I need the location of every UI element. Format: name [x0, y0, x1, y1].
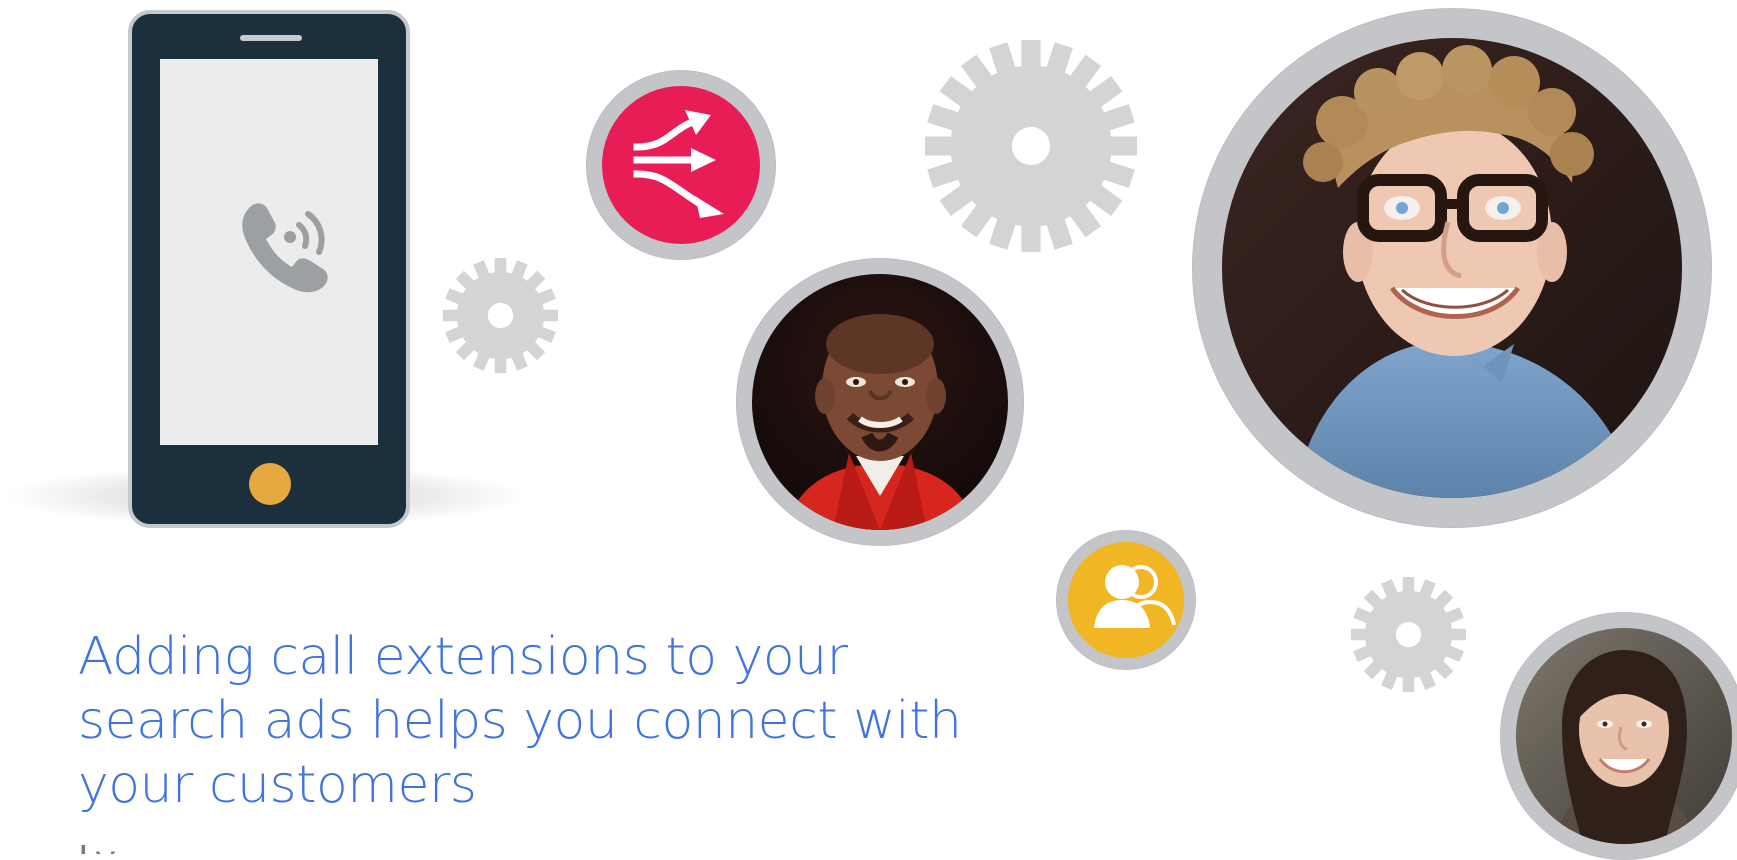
phone-screen — [160, 59, 378, 445]
cutoff-subtext-text: Ly... — [78, 840, 145, 854]
arrow-badge — [586, 70, 776, 260]
headline: Adding call extensions to your search ad… — [78, 625, 978, 817]
headline-line-2: search ads helps you connect with — [78, 691, 962, 751]
gear-icon — [443, 258, 558, 373]
people-badge — [1056, 530, 1196, 670]
young-man-glasses-portrait — [1222, 38, 1682, 498]
arrow-badge-inner — [602, 86, 760, 244]
headline-line-3: your customers — [78, 755, 477, 815]
woman-smiling-portrait — [1516, 628, 1732, 844]
man-red-shirt-portrait — [752, 274, 1008, 530]
users-icon — [1094, 565, 1176, 628]
cutoff-subtext: Ly... — [78, 840, 1078, 854]
phone-speaker — [240, 35, 302, 41]
gear-icon — [1351, 577, 1466, 692]
people-badge-inner — [1068, 542, 1184, 658]
headline-line-1: Adding call extensions to your — [78, 627, 848, 687]
phone-home-button — [249, 463, 291, 505]
arrows-split-icon — [633, 110, 724, 218]
phone-illustration — [128, 10, 410, 528]
young-man-portrait-badge — [1192, 8, 1712, 528]
woman-portrait-badge — [1500, 612, 1737, 860]
man-portrait-badge — [736, 258, 1024, 546]
phone-call-icon — [242, 203, 328, 293]
gear-icon — [925, 40, 1137, 252]
